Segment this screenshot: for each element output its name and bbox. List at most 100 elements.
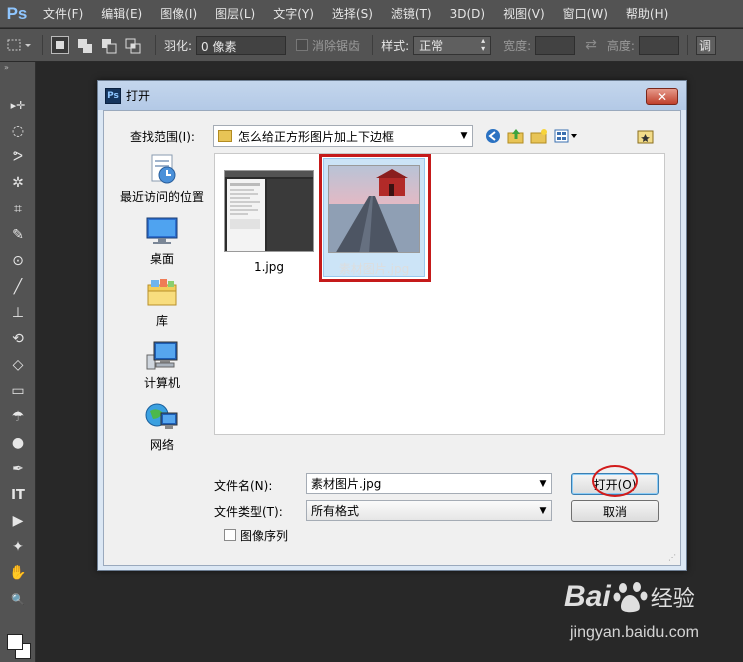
style-select-value: 正常 (419, 38, 444, 53)
libraries-icon (145, 277, 179, 309)
marquee-preset-icon[interactable] (6, 35, 34, 55)
place-computer[interactable]: 计算机 (116, 339, 208, 391)
computer-icon (145, 339, 179, 371)
blur-tool-icon[interactable]: ☂ (0, 404, 36, 430)
places-bar: 最近访问的位置 桌面 库 计算机 网络 (116, 153, 208, 509)
foreground-color-swatch[interactable] (7, 634, 23, 650)
chevron-down-icon: ▼ (539, 478, 547, 489)
pen-tool-icon[interactable]: ✒ (0, 456, 36, 482)
lasso-tool-icon[interactable]: ᕗ (0, 144, 36, 170)
subtract-selection-icon[interactable] (99, 36, 117, 54)
brush-tool-icon[interactable]: ╱ (0, 274, 36, 300)
menu-layer[interactable]: 图层(L) (206, 0, 264, 28)
new-selection-icon[interactable] (51, 36, 69, 54)
style-select[interactable]: 正常 ▴ ▾ (413, 35, 492, 55)
file-name-1: 1.jpg (253, 260, 285, 274)
lookin-label: 查找范围(I): (130, 130, 195, 144)
close-button[interactable]: ✕ (646, 88, 678, 105)
cancel-button[interactable]: 取消 (571, 500, 659, 522)
healing-brush-icon[interactable]: ⊙ (0, 248, 36, 274)
eraser-icon[interactable]: ◇ (0, 352, 36, 378)
place-recent[interactable]: 最近访问的位置 (116, 153, 208, 205)
filename-label: 文件名(N): (214, 479, 273, 493)
options-separator (686, 35, 688, 55)
filetype-value: 所有格式 (311, 504, 360, 518)
menu-bar: Ps 文件(F) 编辑(E) 图像(I) 图层(L) 文字(Y) 选择(S) 滤… (0, 0, 743, 28)
filename-value: 素材图片.jpg (311, 477, 382, 491)
eyedropper-icon[interactable]: ✎ (0, 222, 36, 248)
path-select-icon[interactable]: ▶ (0, 508, 36, 534)
up-folder-icon (507, 129, 524, 144)
resize-grip-icon[interactable]: ⋰ (668, 553, 678, 563)
antialias-checkbox[interactable] (296, 39, 309, 51)
width-label: 宽度: (503, 38, 532, 53)
menu-image[interactable]: 图像(I) (151, 0, 206, 28)
dodge-tool-icon[interactable]: ● (0, 430, 36, 456)
intersect-selection-icon[interactable] (123, 36, 141, 54)
file-item[interactable]: 1.jpg (221, 164, 317, 280)
file-thumbnail-1 (224, 170, 314, 252)
back-button[interactable] (484, 127, 502, 145)
bridge-folder-icon (637, 130, 654, 144)
file-list: 1.jpg 素材图片.jpg (214, 153, 665, 435)
stamp-tool-icon[interactable]: ⊥ (0, 300, 36, 326)
menu-file[interactable]: 文件(F) (34, 0, 92, 28)
move-tool-icon[interactable]: ▸✛ (0, 92, 36, 118)
menu-select[interactable]: 选择(S) (323, 0, 382, 28)
back-arrow-icon (486, 129, 500, 143)
bridge-button[interactable] (637, 127, 655, 145)
place-network-label: 网络 (149, 438, 174, 452)
image-sequence-label: 图像序列 (240, 529, 289, 543)
type-tool-icon[interactable]: IT (0, 482, 36, 508)
style-label: 样式: (381, 38, 410, 53)
photoshop-logo: Ps (6, 3, 28, 23)
panel-collapse-icon[interactable]: » (0, 62, 35, 74)
filename-input[interactable]: 素材图片.jpg ▼ (306, 473, 552, 494)
crop-tool-icon[interactable]: ⌗ (0, 196, 36, 222)
view-menu-button[interactable] (554, 127, 580, 145)
menu-edit[interactable]: 编辑(E) (92, 0, 151, 28)
watermark-url: jingyan.baidu.com (570, 624, 699, 641)
menu-view[interactable]: 视图(V) (494, 0, 554, 28)
antialias-label: 消除锯齿 (312, 38, 361, 53)
menu-help[interactable]: 帮助(H) (617, 0, 677, 28)
feather-input[interactable]: 0 像素 (196, 35, 287, 55)
magic-wand-icon[interactable]: ✲ (0, 170, 36, 196)
lookin-combobox[interactable]: 怎么给正方形图片加上下边框 ▼ (213, 125, 473, 147)
width-input[interactable] (535, 35, 576, 55)
shape-tool-icon[interactable]: ✦ (0, 534, 36, 560)
image-sequence-checkbox[interactable] (224, 529, 236, 541)
height-input[interactable] (638, 35, 679, 55)
place-desktop[interactable]: 桌面 (116, 215, 208, 267)
lookin-value: 怎么给正方形图片加上下边框 (238, 129, 395, 144)
menu-type[interactable]: 文字(Y) (264, 0, 323, 28)
network-icon (145, 401, 179, 433)
close-icon: ✕ (656, 89, 668, 104)
marquee-tool-icon[interactable]: ◌ (0, 118, 36, 144)
zoom-tool-icon[interactable]: 🔍 (0, 586, 36, 612)
hand-tool-icon[interactable]: ✋ (0, 560, 36, 586)
place-libraries[interactable]: 库 (116, 277, 208, 329)
swap-dimensions-icon[interactable]: ⇄ (585, 37, 597, 53)
dialog-titlebar[interactable]: Ps 打开 ✕ (98, 81, 686, 110)
desktop-icon (145, 215, 179, 247)
filetype-select[interactable]: 所有格式 ▼ (306, 500, 552, 521)
filetype-label: 文件类型(T): (214, 505, 283, 519)
watermark-brand: Bai (564, 580, 611, 613)
menu-filter[interactable]: 滤镜(T) (382, 0, 441, 28)
place-network[interactable]: 网络 (116, 401, 208, 453)
new-folder-button[interactable] (530, 127, 548, 145)
menu-window[interactable]: 窗口(W) (554, 0, 617, 28)
folder-icon (218, 130, 232, 142)
place-libraries-label: 库 (155, 314, 168, 328)
gradient-tool-icon[interactable]: ▭ (0, 378, 36, 404)
color-swatches[interactable] (7, 634, 31, 660)
add-selection-icon[interactable] (75, 36, 93, 54)
refine-edge-button[interactable]: 调 (695, 35, 716, 55)
options-bar: 羽化: 0 像素 消除锯齿 样式: 正常 ▴ ▾ 宽度: ⇄ 高度: 调 (0, 29, 743, 62)
open-file-dialog: Ps 打开 ✕ 查找范围(I): 怎么给正方形图片加上下边框 ▼ 最近访问的位置… (97, 80, 687, 571)
baidu-jingyan-watermark: Bai 经验 jingyan.baidu.com (560, 580, 740, 650)
up-folder-button[interactable] (507, 127, 525, 145)
menu-3d[interactable]: 3D(D) (441, 0, 494, 28)
history-brush-icon[interactable]: ⟲ (0, 326, 36, 352)
